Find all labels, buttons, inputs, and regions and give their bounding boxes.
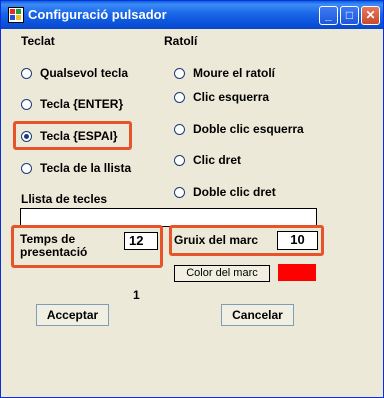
radio-label: Moure el ratolí bbox=[193, 66, 276, 80]
maximize-button[interactable]: □ bbox=[340, 6, 359, 25]
radio-tecla-espai[interactable]: Tecla {ESPAI} bbox=[21, 129, 118, 143]
radio-indicator bbox=[174, 155, 185, 166]
minimize-icon: _ bbox=[325, 8, 332, 22]
radio-doble-clic-esquerra[interactable]: Doble clic esquerra bbox=[174, 122, 304, 136]
radio-qualsevol-tecla[interactable]: Qualsevol tecla bbox=[21, 66, 128, 80]
gruix-marc-input[interactable]: 10 bbox=[277, 231, 318, 250]
temps-presentacio-label: Temps de presentació bbox=[20, 233, 87, 259]
radio-tecla-enter[interactable]: Tecla {ENTER} bbox=[21, 97, 123, 111]
temps-label-line2: presentació bbox=[20, 245, 88, 259]
radio-indicator bbox=[174, 187, 185, 198]
radio-clic-dret[interactable]: Clic dret bbox=[174, 153, 241, 167]
radio-moure-ratoli[interactable]: Moure el ratolí bbox=[174, 66, 275, 80]
radio-indicator-selected bbox=[21, 131, 32, 142]
temps-presentacio-input[interactable]: 12 bbox=[124, 232, 158, 250]
window-title: Configuració pulsador bbox=[28, 7, 167, 22]
close-icon: ✕ bbox=[365, 8, 376, 22]
accept-button[interactable]: Acceptar bbox=[36, 304, 109, 326]
radio-indicator bbox=[174, 92, 185, 103]
radio-tecla-llista[interactable]: Tecla de la llista bbox=[21, 161, 131, 175]
radio-clic-esquerra[interactable]: Clic esquerra bbox=[174, 90, 269, 104]
teclat-heading: Teclat bbox=[21, 34, 55, 48]
app-icon bbox=[8, 7, 24, 23]
llista-tecles-label: Llista de tecles bbox=[21, 192, 108, 206]
color-swatch bbox=[278, 264, 316, 281]
close-button[interactable]: ✕ bbox=[361, 6, 380, 25]
radio-doble-clic-dret[interactable]: Doble clic dret bbox=[174, 185, 276, 199]
radio-label: Clic dret bbox=[193, 153, 242, 167]
counter-value: 1 bbox=[133, 288, 140, 302]
radio-indicator bbox=[21, 99, 32, 110]
radio-label: Tecla {ESPAI} bbox=[40, 129, 118, 143]
radio-label: Clic esquerra bbox=[193, 90, 270, 104]
radio-label: Tecla de la llista bbox=[40, 161, 132, 175]
title-bar[interactable]: Configuració pulsador _ □ ✕ bbox=[1, 1, 383, 29]
maximize-icon: □ bbox=[345, 8, 354, 22]
ratoli-heading: Ratolí bbox=[164, 34, 198, 48]
dialog-window: Configuració pulsador _ □ ✕ Teclat Quals… bbox=[0, 0, 384, 398]
radio-indicator bbox=[21, 68, 32, 79]
gruix-marc-label: Gruix del marc bbox=[174, 233, 259, 247]
radio-label: Tecla {ENTER} bbox=[40, 97, 124, 111]
color-marc-button[interactable]: Color del marc bbox=[174, 265, 270, 282]
radio-indicator bbox=[21, 163, 32, 174]
radio-indicator bbox=[174, 68, 185, 79]
radio-label: Doble clic esquerra bbox=[193, 122, 304, 136]
radio-label: Qualsevol tecla bbox=[40, 66, 129, 80]
radio-indicator bbox=[174, 124, 185, 135]
cancel-button[interactable]: Cancelar bbox=[221, 304, 294, 326]
minimize-button[interactable]: _ bbox=[319, 6, 338, 25]
radio-label: Doble clic dret bbox=[193, 185, 276, 199]
